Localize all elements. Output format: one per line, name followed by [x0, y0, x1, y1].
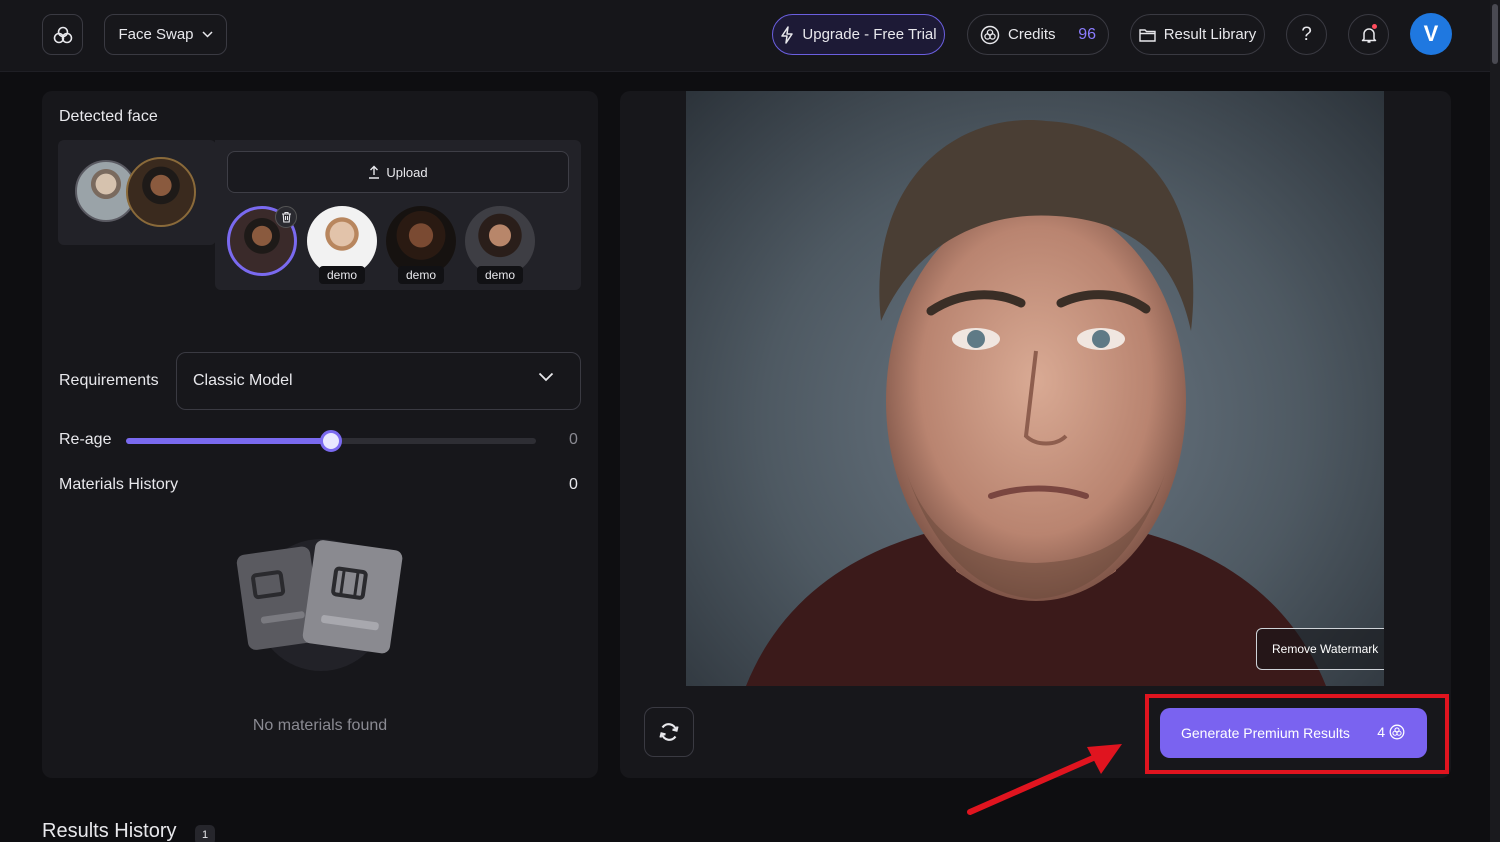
notifications-button[interactable] [1348, 14, 1389, 55]
help-icon: ? [1301, 23, 1312, 45]
upgrade-label: Upgrade - Free Trial [802, 26, 937, 43]
results-count-badge: 1 [195, 825, 215, 842]
settings-panel: Detected face Upload demo demo demo Requ… [42, 91, 598, 778]
demo-tag-3: demo [477, 266, 524, 284]
credits-button[interactable]: Credits 96 [967, 14, 1109, 55]
requirements-label: Requirements [59, 372, 159, 389]
notification-dot [1372, 24, 1377, 29]
upload-label: Upload [386, 164, 428, 180]
detected-faces [58, 140, 216, 245]
reage-label: Re-age [59, 431, 112, 448]
reage-slider-handle[interactable] [320, 430, 342, 452]
credits-icon [1389, 724, 1405, 740]
app-logo-button[interactable] [42, 14, 83, 55]
detected-face-2[interactable] [126, 157, 196, 227]
upload-icon [369, 165, 380, 179]
mode-label: Face Swap [118, 26, 194, 43]
delete-face-button[interactable] [275, 206, 297, 228]
logo-icon [53, 26, 72, 43]
generate-cost-value: 4 [1377, 724, 1385, 740]
scrollbar-thumb[interactable] [1492, 4, 1498, 64]
help-button[interactable]: ? [1286, 14, 1327, 55]
source-faces: Upload demo demo demo [215, 140, 581, 290]
page-scrollbar[interactable] [1490, 0, 1500, 842]
result-panel: Remove Watermark Generate Premium Result… [620, 91, 1451, 778]
result-image[interactable]: Remove Watermark [686, 91, 1384, 686]
result-library-button[interactable]: Result Library [1130, 14, 1265, 55]
mode-selector[interactable]: Face Swap [104, 14, 227, 55]
materials-count: 0 [569, 476, 578, 493]
model-select[interactable]: Classic Model [176, 352, 581, 410]
generate-cost: 4 [1377, 724, 1405, 740]
generate-label: Generate Premium Results [1181, 725, 1350, 741]
trash-icon [281, 211, 291, 223]
reage-slider-fill [126, 438, 331, 444]
chevron-down-icon [201, 31, 213, 38]
upgrade-button[interactable]: Upgrade - Free Trial [772, 14, 945, 55]
remove-watermark-label: Remove Watermark [1272, 642, 1379, 656]
folder-icon [1139, 28, 1156, 42]
materials-history-label: Materials History [59, 476, 179, 493]
empty-materials-text: No materials found [252, 717, 388, 734]
lightning-icon [781, 25, 794, 44]
reage-slider[interactable] [126, 430, 536, 452]
result-portrait [746, 120, 1326, 686]
empty-materials-illustration [236, 539, 403, 671]
remove-watermark-button[interactable]: Remove Watermark [1256, 628, 1384, 670]
upload-button[interactable]: Upload [227, 151, 569, 193]
user-avatar[interactable]: V [1410, 13, 1452, 55]
model-value: Classic Model [193, 372, 293, 389]
credits-label: Credits [1008, 26, 1056, 43]
refresh-icon [659, 723, 679, 741]
library-label: Result Library [1163, 26, 1257, 43]
avatar-initial: V [1423, 21, 1439, 46]
results-history-title: Results History [42, 820, 177, 842]
credits-icon [980, 25, 1000, 44]
top-bar: Face Swap Upgrade - Free Trial Credits 9… [0, 0, 1500, 72]
credits-value: 96 [1078, 25, 1096, 43]
regenerate-button[interactable] [644, 707, 694, 757]
demo-tag-2: demo [398, 266, 445, 284]
reage-value: 0 [569, 431, 578, 448]
generate-premium-button[interactable]: Generate Premium Results 4 [1160, 708, 1427, 758]
demo-tag-1: demo [319, 266, 366, 284]
chevron-down-icon [538, 372, 554, 382]
detected-face-title: Detected face [59, 108, 158, 125]
